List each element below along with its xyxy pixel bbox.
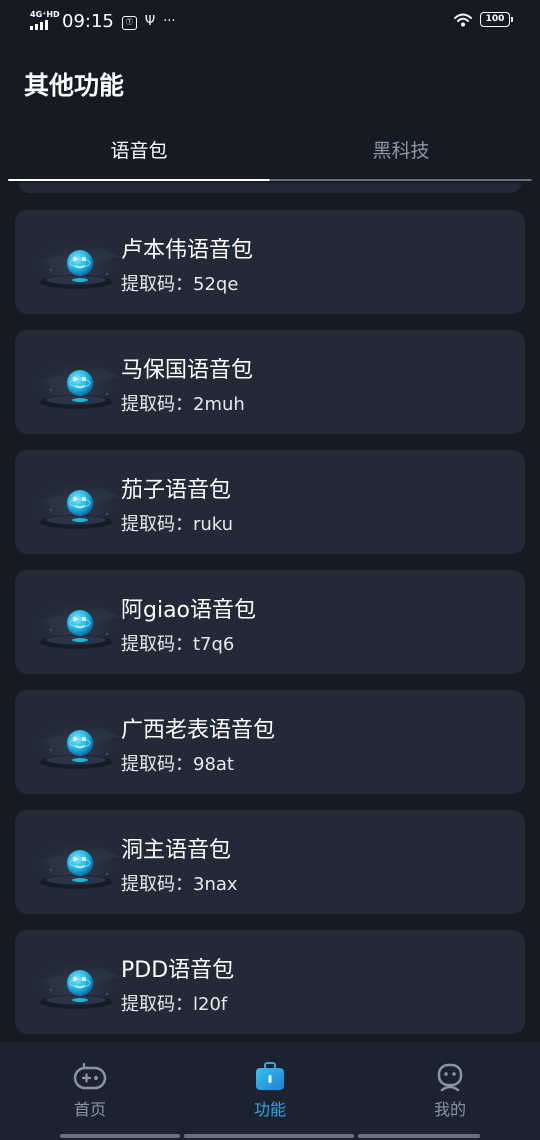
voice-pack-thumbnail-icon <box>29 950 123 1016</box>
home-indicator-center <box>184 1134 354 1138</box>
robot-face-icon <box>437 1063 463 1092</box>
code-label: 提取码： <box>121 634 193 655</box>
nav-home-label: 首页 <box>73 1100 106 1119</box>
nav-mine-label: 我的 <box>433 1100 466 1119</box>
tab-black-tech[interactable]: 黑科技 <box>270 128 532 178</box>
voice-pack-title: 马保国语音包 <box>121 358 254 383</box>
nav-features-label: 功能 <box>253 1100 286 1119</box>
more-notifications-icon: ··· <box>163 13 176 29</box>
voice-pack-code: 提取码：t7q6 <box>121 630 234 656</box>
voice-pack-card[interactable]: 洞主语音包提取码：3nax <box>15 810 525 914</box>
voice-pack-card[interactable]: PDD语音包 提取码：l20f <box>15 930 525 1034</box>
voice-pack-title: 广西老表语音包 <box>121 718 276 743</box>
voice-pack-title: 卢本伟语音包 <box>121 238 254 263</box>
code-label: 提取码： <box>121 874 193 895</box>
tab-bar: 语音包 黑科技 <box>8 128 532 182</box>
voice-pack-title: PDD语音包 <box>121 958 235 983</box>
code-label: 提取码： <box>121 994 193 1015</box>
voice-pack-thumbnail-icon <box>29 590 123 656</box>
nav-features[interactable]: 功能 <box>210 1062 330 1126</box>
voice-pack-code: 提取码：ruku <box>121 510 233 536</box>
voice-pack-card[interactable]: 卢本伟语音包 提取码：52qe <box>15 210 525 314</box>
bottom-nav: 首页 功能 我的 <box>0 1042 540 1140</box>
voice-pack-thumbnail-icon <box>29 350 123 416</box>
code-value[interactable]: 3nax <box>193 874 238 895</box>
voice-pack-title: 阿giao语音包 <box>121 598 257 623</box>
status-bar: 4G⁺HD 09:15 Ⓣ Ψ ··· 100 <box>0 0 540 44</box>
nav-mine[interactable]: 我的 <box>390 1062 510 1126</box>
usb-icon: Ψ <box>144 13 156 29</box>
code-value[interactable]: l20f <box>193 994 227 1015</box>
status-time: 09:15 <box>62 10 114 32</box>
home-indicator-right <box>358 1134 480 1138</box>
voice-pack-code: 提取码：2muh <box>121 390 245 416</box>
battery-icon: 100 <box>480 12 513 27</box>
toolbox-icon <box>256 1062 284 1090</box>
voice-pack-code: 提取码：l20f <box>121 990 227 1016</box>
voice-pack-card[interactable]: 马保国语音包 提取码：2muh <box>15 330 525 434</box>
voice-pack-thumbnail-icon <box>29 470 123 536</box>
voice-pack-code: 提取码：52qe <box>121 270 238 296</box>
wifi-icon <box>454 13 472 26</box>
home-indicator-left <box>60 1134 180 1138</box>
voice-pack-card[interactable]: 阿giao语音包 提取码：t7q6 <box>15 570 525 674</box>
code-value[interactable]: 98at <box>193 754 234 775</box>
code-value[interactable]: t7q6 <box>193 634 234 655</box>
voice-pack-card[interactable]: 茄子语音包提取码：ruku <box>15 450 525 554</box>
voice-pack-title: 茄子语音包 <box>121 478 232 503</box>
app-screen: 4G⁺HD 09:15 Ⓣ Ψ ··· 100 其他功能 语音包 黑科技 卢本伟… <box>0 0 540 1140</box>
tab-active-indicator <box>8 179 270 181</box>
notification-icon: Ⓣ <box>121 13 137 30</box>
list-item-partial[interactable] <box>18 183 522 193</box>
voice-pack-thumbnail-icon <box>29 710 123 776</box>
voice-pack-thumbnail-icon <box>29 230 123 296</box>
cellular-signal-icon: 4G⁺HD <box>30 10 60 32</box>
voice-pack-thumbnail-icon <box>29 830 123 896</box>
network-type: 4G⁺HD <box>30 10 60 19</box>
status-right: 100 <box>454 12 513 27</box>
code-label: 提取码： <box>121 274 193 295</box>
code-value[interactable]: 2muh <box>193 394 245 415</box>
page-title: 其他功能 <box>24 71 125 100</box>
voice-pack-code: 提取码：98at <box>121 750 234 776</box>
tab-voice-packs[interactable]: 语音包 <box>8 128 270 178</box>
code-value[interactable]: ruku <box>193 514 233 535</box>
tab-track <box>270 179 532 181</box>
code-label: 提取码： <box>121 514 193 535</box>
voice-pack-list[interactable]: 卢本伟语音包 提取码：52qe 马保国语音包 提取码：2muh 茄子语音包 提取码：ruk… <box>0 183 540 1041</box>
code-label: 提取码： <box>121 754 193 775</box>
voice-pack-card[interactable]: 广西老表语音包 提取码：98at <box>15 690 525 794</box>
gamepad-icon <box>73 1062 107 1090</box>
nav-home[interactable]: 首页 <box>30 1062 150 1126</box>
status-left: 4G⁺HD 09:15 Ⓣ Ψ ··· <box>30 10 184 32</box>
voice-pack-title: 洞主语音包 <box>121 838 232 863</box>
code-value[interactable]: 52qe <box>193 274 238 295</box>
voice-pack-code: 提取码：3nax <box>121 870 238 896</box>
code-label: 提取码： <box>121 394 193 415</box>
